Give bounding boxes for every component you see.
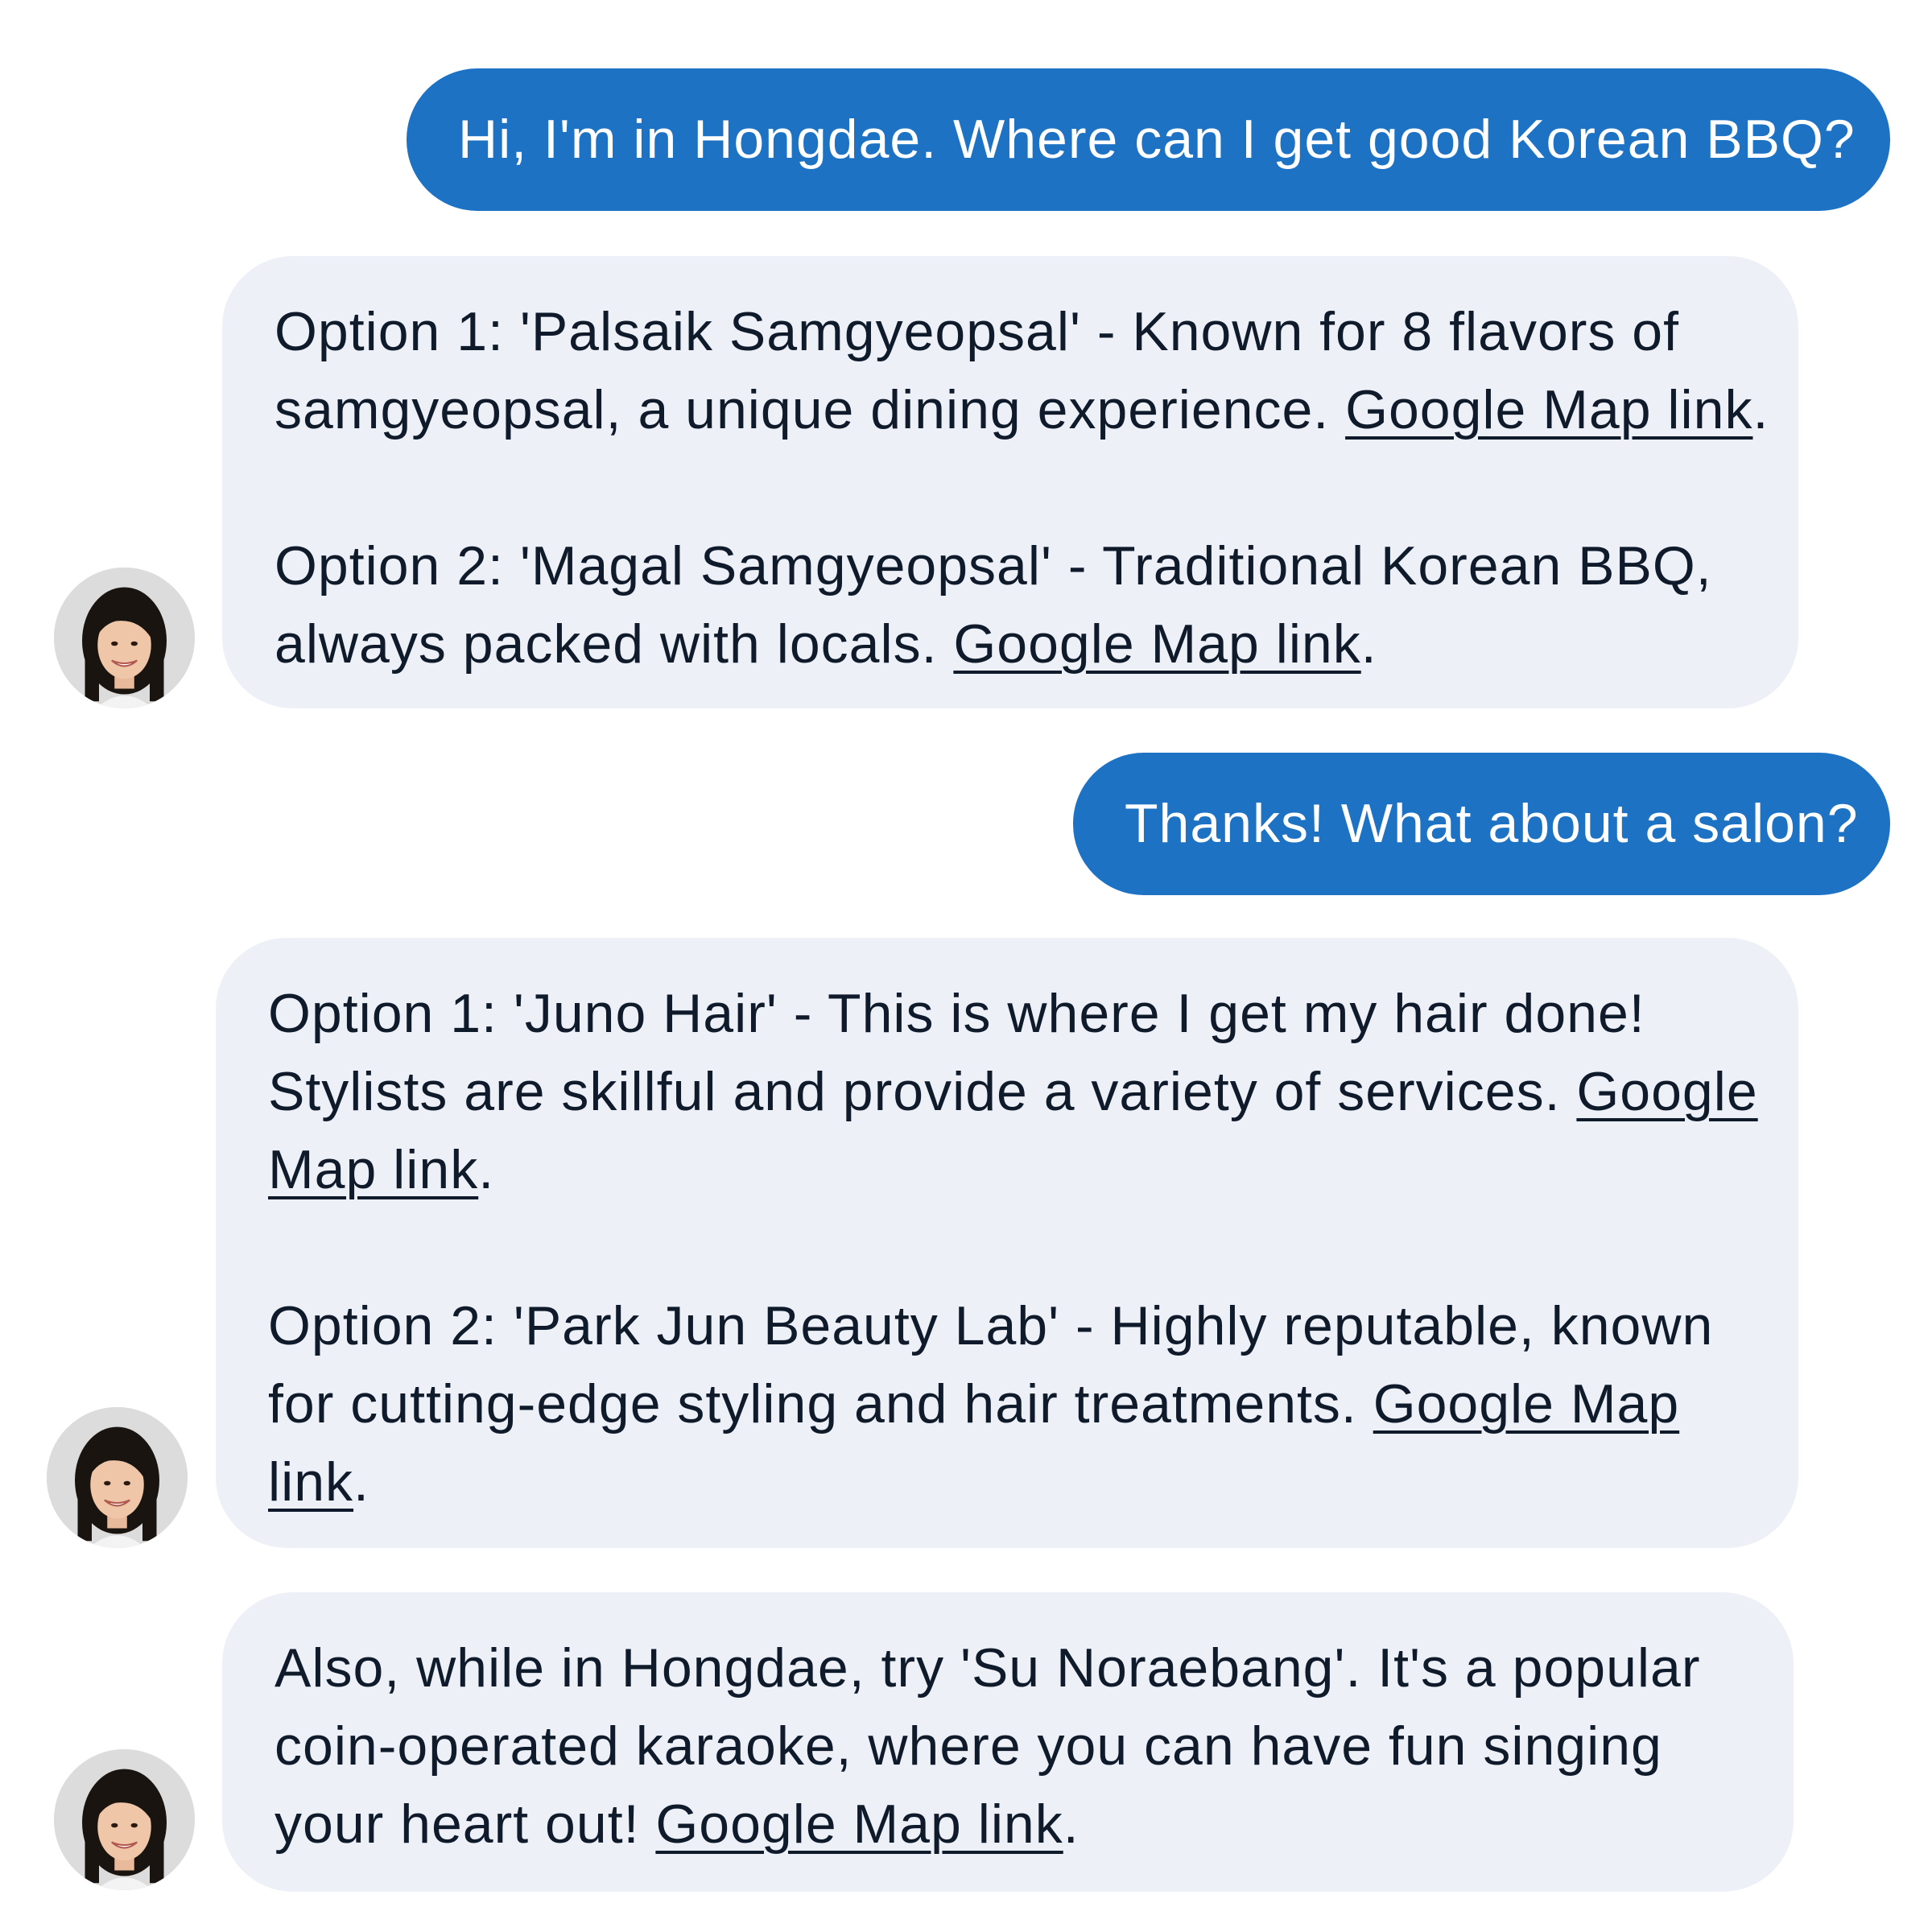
option-2-text: always packed with locals.: [275, 613, 954, 675]
assistant-avatar: [54, 1749, 195, 1890]
google-map-link[interactable]: Google Map: [1373, 1373, 1679, 1435]
period: .: [478, 1139, 495, 1200]
option-2-line-1: Option 2: 'Park Jun Beauty Lab' - Highly…: [268, 1295, 1714, 1356]
user-message-bubble: Thanks! What about a salon?: [1073, 753, 1890, 895]
option-1-line-1: Option 1: 'Palsaik Samgyeopsal' - Known …: [275, 301, 1680, 362]
google-map-link[interactable]: Google Map link: [1345, 379, 1752, 440]
period: .: [353, 1451, 369, 1513]
period: .: [1360, 613, 1377, 675]
user-message-text: Hi, I'm in Hongdae. Where can I get good…: [458, 109, 1856, 170]
period: .: [1752, 379, 1769, 440]
user-message-bubble: Hi, I'm in Hongdae. Where can I get good…: [407, 68, 1890, 211]
option-2-line-2: for cutting-edge styling and hair treatm…: [268, 1365, 1798, 1443]
assistant-message-bubble: Also, while in Hongdae, try 'Su Noraeban…: [222, 1592, 1794, 1892]
assistant-message-bubble: Option 1: 'Juno Hair' - This is where I …: [216, 938, 1798, 1548]
option-1-line-1: Option 1: 'Juno Hair' - This is where I …: [268, 983, 1645, 1044]
message-line-1: Also, while in Hongdae, try 'Su Noraeban…: [275, 1637, 1701, 1699]
message-line-2: coin-operated karaoke, where you can hav…: [275, 1715, 1662, 1777]
option-2-line-2: always packed with locals. Google Map li…: [275, 605, 1798, 683]
option-2-line-1: Option 2: 'Magal Samgyeopsal' - Traditio…: [275, 535, 1712, 597]
assistant-message-bubble: Option 1: 'Palsaik Samgyeopsal' - Known …: [222, 256, 1798, 708]
google-map-link[interactable]: Google Map link: [655, 1794, 1063, 1855]
google-map-link[interactable]: Google: [1576, 1061, 1757, 1122]
google-map-link[interactable]: link: [268, 1451, 353, 1513]
period: .: [1063, 1794, 1080, 1855]
google-map-link[interactable]: Map link: [268, 1139, 478, 1200]
message-text: your heart out!: [275, 1794, 656, 1855]
user-message-text: Thanks! What about a salon?: [1125, 793, 1859, 854]
option-1-line-2: samgyeopsal, a unique dining experience.…: [275, 371, 1798, 449]
option-2-text: for cutting-edge styling and hair treatm…: [268, 1373, 1373, 1435]
assistant-avatar: [54, 568, 195, 708]
person-avatar-icon: [54, 568, 195, 708]
option-1-line-2: Stylists are skillful and provide a vari…: [268, 1053, 1798, 1131]
person-avatar-icon: [47, 1407, 188, 1548]
google-map-link[interactable]: Google Map link: [953, 613, 1360, 675]
option-1-text: samgyeopsal, a unique dining experience.: [275, 379, 1346, 440]
message-line-3: your heart out! Google Map link.: [275, 1785, 1794, 1864]
option-2-line-3: link.: [268, 1443, 1798, 1521]
person-avatar-icon: [54, 1749, 195, 1890]
option-1-line-3: Map link.: [268, 1131, 1798, 1209]
option-1-text: Stylists are skillful and provide a vari…: [268, 1061, 1577, 1122]
assistant-avatar: [47, 1407, 188, 1548]
